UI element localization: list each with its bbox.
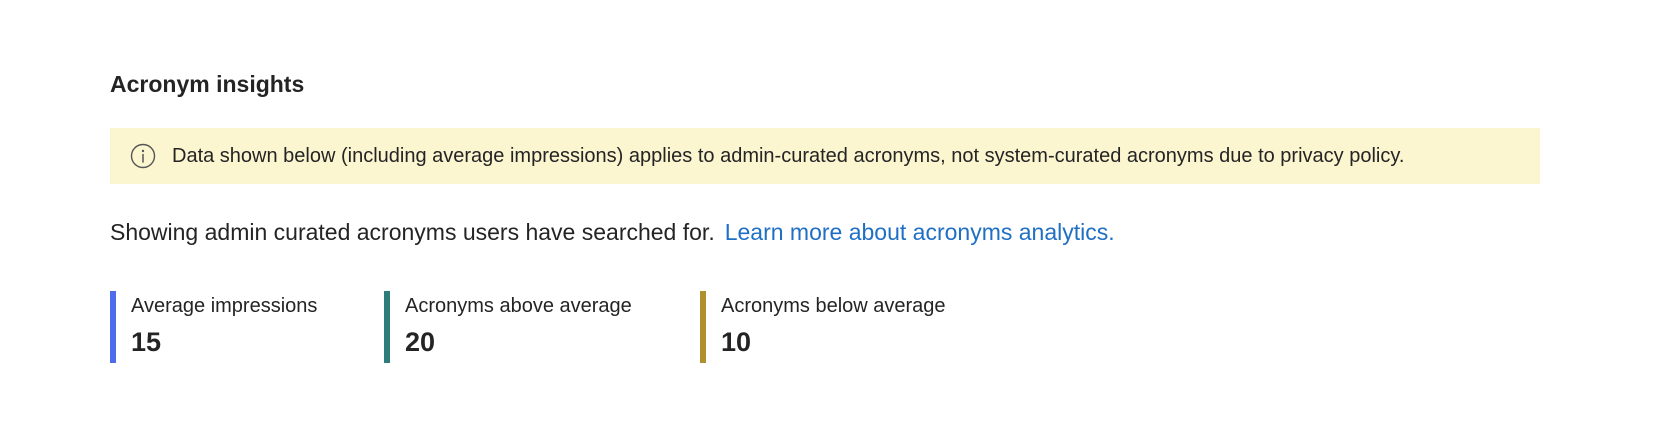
metric-accent-bar (700, 291, 706, 363)
learn-more-link[interactable]: Learn more about acronyms analytics. (725, 219, 1115, 245)
metric-average-impressions: Average impressions 15 (110, 291, 384, 363)
privacy-info-banner: Data shown below (including average impr… (110, 128, 1540, 184)
banner-message: Data shown below (including average impr… (172, 144, 1405, 167)
metric-accent-bar (110, 291, 116, 363)
intro-text-row: Showing admin curated acronyms users hav… (110, 216, 1115, 248)
metric-accent-bar (384, 291, 390, 363)
metric-acronyms-below-average: Acronyms below average 10 (700, 291, 980, 363)
metric-value: 15 (131, 327, 162, 357)
metric-label: Average impressions (131, 295, 318, 317)
metrics-row: Average impressions 15 Acronyms above av… (110, 291, 980, 363)
metric-acronyms-above-average: Acronyms above average 20 (384, 291, 700, 363)
info-icon (130, 143, 156, 169)
metric-value: 20 (405, 327, 436, 357)
section-title: Acronym insights (110, 71, 305, 97)
metric-value: 10 (721, 327, 752, 357)
intro-description: Showing admin curated acronyms users hav… (110, 219, 715, 245)
metric-label: Acronyms below average (721, 295, 946, 317)
metric-label: Acronyms above average (405, 295, 632, 317)
